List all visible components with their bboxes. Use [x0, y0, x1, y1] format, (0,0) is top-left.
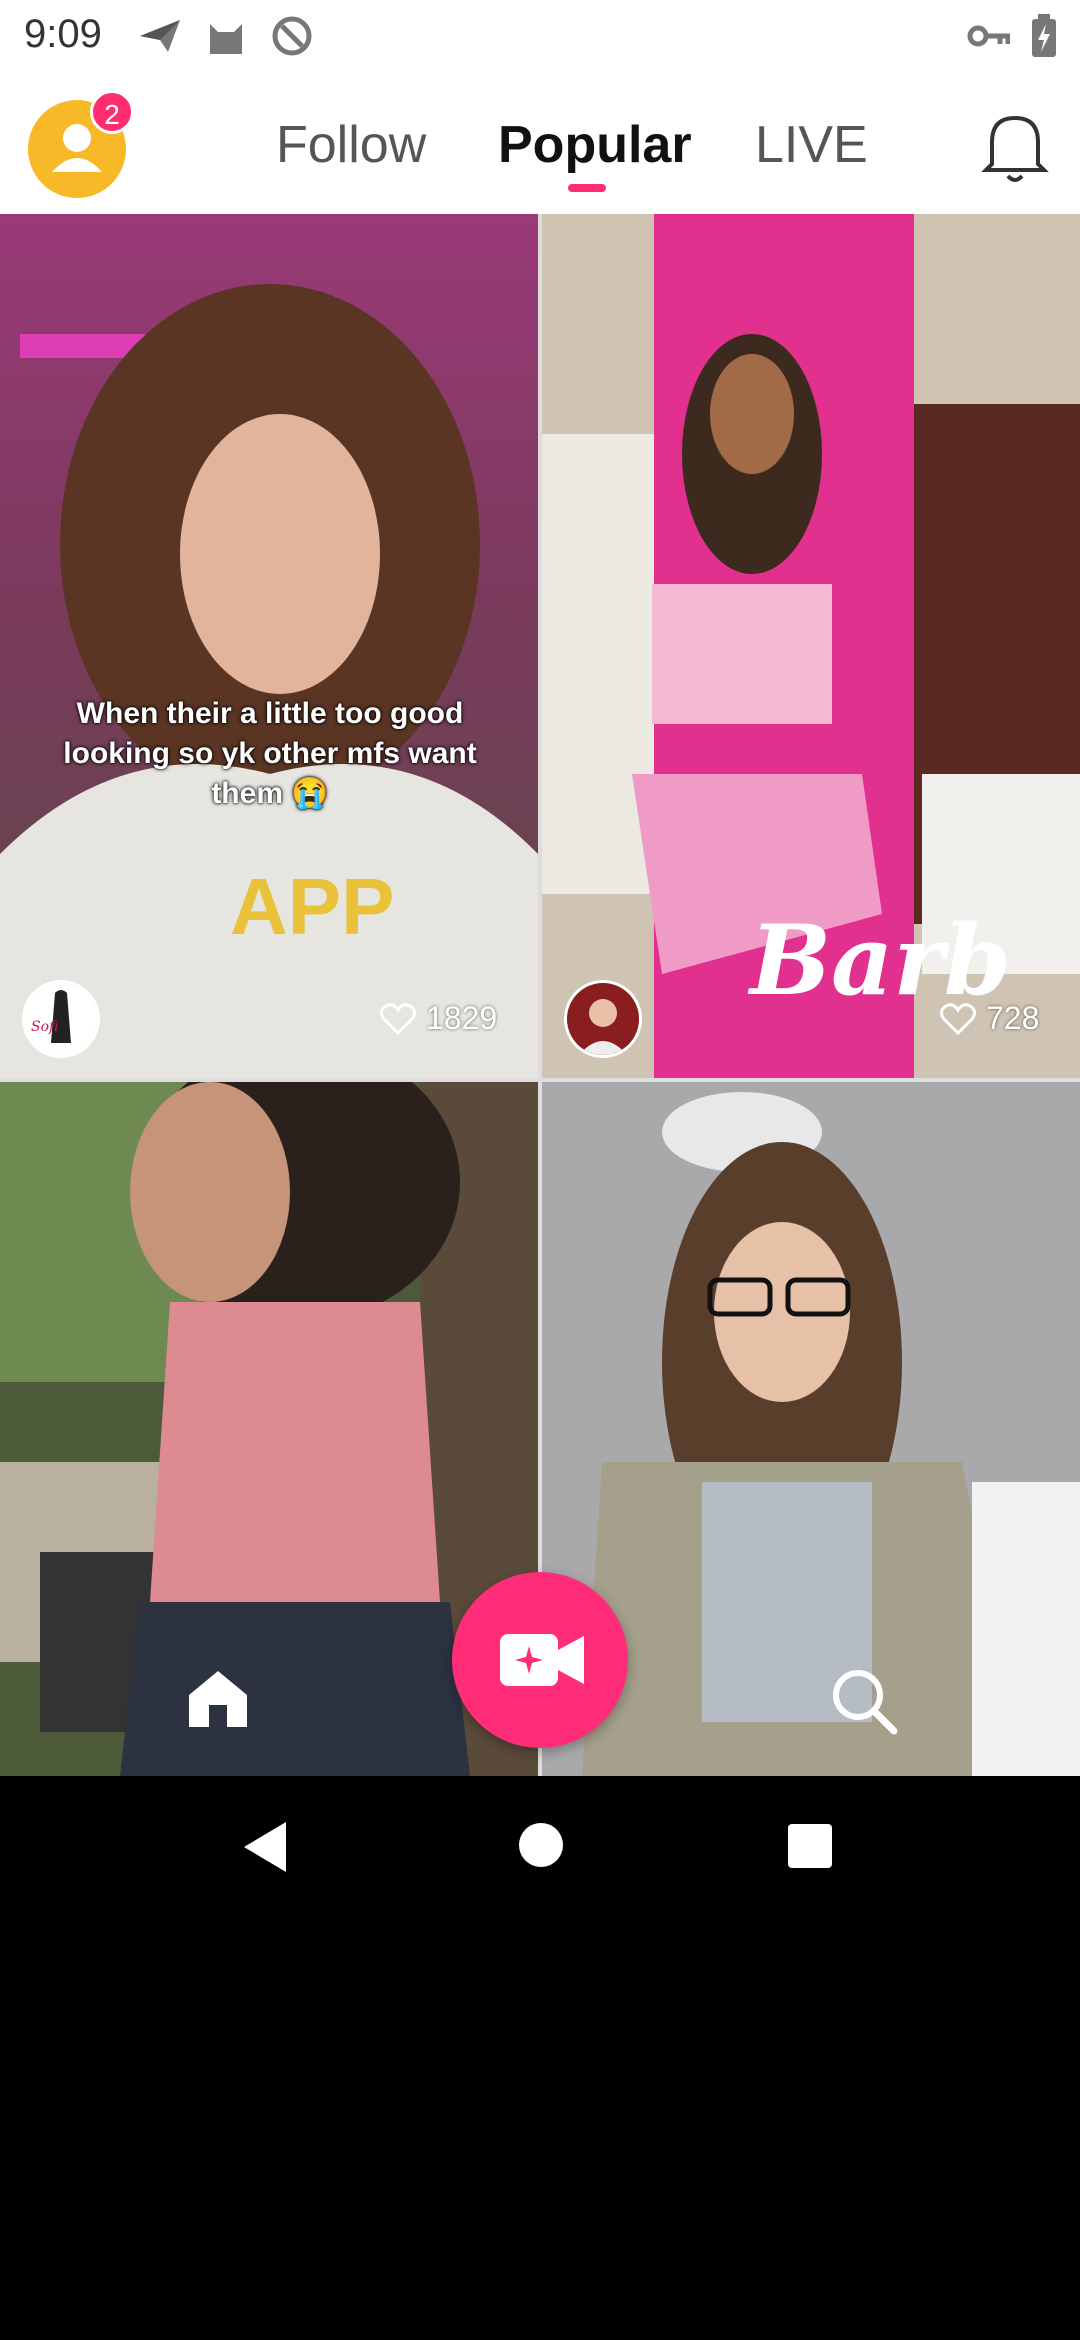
- back-icon[interactable]: [240, 1820, 290, 1874]
- key-icon: [967, 25, 1010, 47]
- like-count: 728: [940, 1000, 1039, 1037]
- at-sign-icon: [272, 16, 312, 56]
- video-caption: When their a little too good looking so …: [63, 697, 477, 810]
- status-time: 9:09: [24, 12, 102, 56]
- svg-text:Sofi: Sofi: [31, 1019, 58, 1035]
- notification-badge: 2: [90, 90, 134, 134]
- tab-popular[interactable]: Popular: [498, 115, 692, 175]
- home-icon[interactable]: [185, 1665, 251, 1731]
- svg-text:APP: APP: [230, 862, 395, 951]
- record-video-button[interactable]: [452, 1572, 628, 1748]
- bell-icon[interactable]: [980, 106, 1050, 186]
- creator-avatar[interactable]: [564, 980, 642, 1058]
- video-card[interactable]: APP When their a little too good looking…: [0, 214, 538, 1078]
- heart-icon: [380, 1002, 416, 1035]
- cat-icon: [210, 24, 242, 54]
- battery-charging-icon: [1032, 14, 1056, 57]
- paper-plane-icon: [140, 20, 180, 52]
- search-icon[interactable]: [828, 1665, 898, 1735]
- record-video-icon: [500, 1634, 584, 1686]
- video-feed-grid: APP When their a little too good looking…: [0, 214, 1080, 1776]
- tab-follow[interactable]: Follow: [276, 115, 426, 175]
- system-navigation-bar: [0, 1776, 1080, 1916]
- top-bar: 2 Follow Popular LIVE: [0, 70, 1080, 215]
- heart-icon: [940, 1002, 976, 1035]
- video-thumbnail: APP: [0, 214, 538, 1078]
- video-card[interactable]: Barb 728: [542, 214, 1080, 1078]
- recents-icon[interactable]: [786, 1822, 834, 1870]
- active-tab-indicator: [568, 184, 606, 192]
- like-count: 1829: [380, 1000, 497, 1037]
- video-thumbnail: Barb: [542, 214, 1080, 1078]
- tab-live[interactable]: LIVE: [755, 115, 868, 175]
- creator-avatar[interactable]: Sofi: [22, 980, 100, 1058]
- like-count-value: 1829: [426, 1000, 498, 1036]
- status-bar: 9:09: [0, 0, 1080, 70]
- like-count-value: 728: [986, 1000, 1040, 1036]
- home-circle-icon[interactable]: [518, 1822, 564, 1868]
